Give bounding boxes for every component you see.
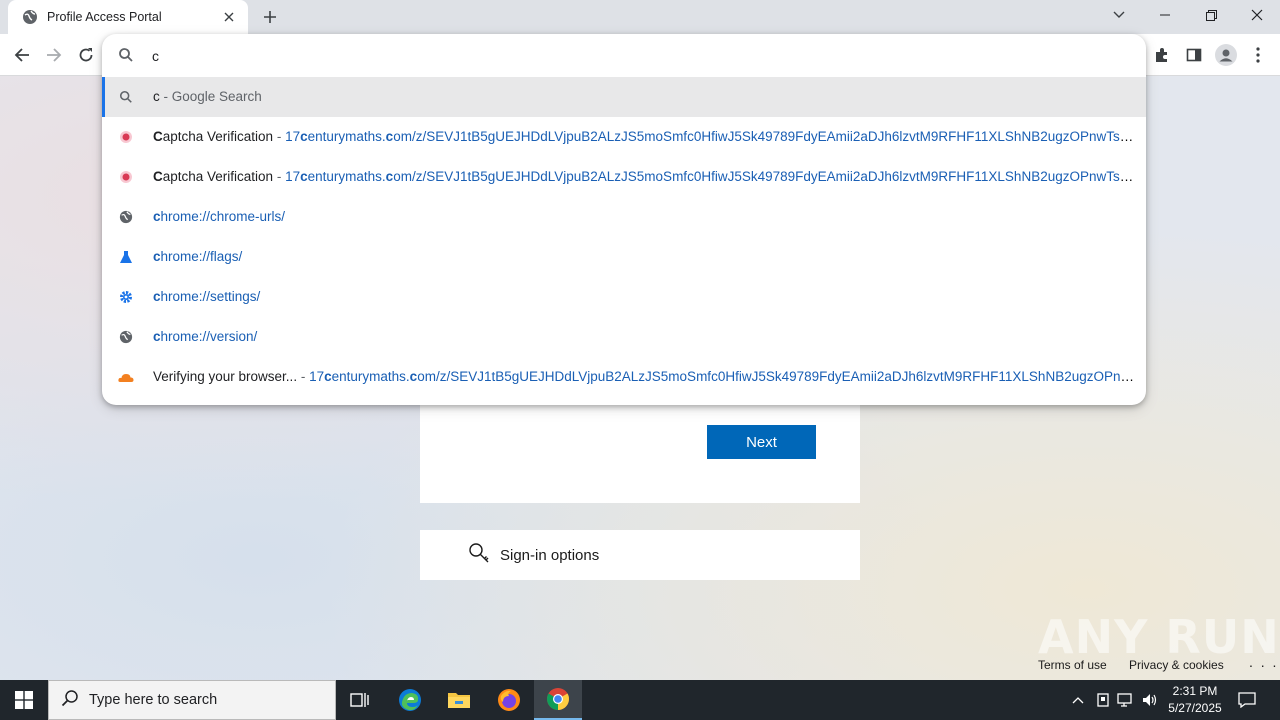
suggestion-google-search[interactable]: c - Google Search	[102, 77, 1146, 117]
back-arrow-icon[interactable]	[10, 43, 34, 67]
more-options-link[interactable]: . . .	[1249, 654, 1278, 670]
device-icon[interactable]	[1093, 690, 1113, 710]
key-search-icon	[468, 542, 490, 569]
tab-title: Profile Access Portal	[47, 10, 162, 24]
captcha-favicon	[118, 129, 134, 145]
privacy-link[interactable]: Privacy & cookies	[1129, 658, 1224, 672]
address-bar-input[interactable]	[152, 45, 1052, 67]
tab-profile-access-portal[interactable]: Profile Access Portal	[8, 0, 248, 34]
globe-icon	[118, 209, 134, 225]
new-tab-button[interactable]	[258, 6, 282, 28]
suggestion-captcha-verification[interactable]: Captcha Verification - 17centurymaths.co…	[102, 117, 1146, 157]
windows-taskbar: Type here to search 2:31 PM 5/27/2025	[0, 680, 1280, 720]
globe-icon	[118, 329, 134, 345]
anyrun-watermark: ANY RUN	[1038, 610, 1280, 664]
omnibox-dropdown: c - Google Search Captcha Verification -…	[102, 34, 1146, 405]
flask-icon	[118, 249, 134, 265]
next-button[interactable]: Next	[707, 425, 816, 459]
notification-icon[interactable]	[1237, 690, 1257, 710]
omnibox-input-row	[102, 34, 1146, 77]
taskbar-search-box[interactable]: Type here to search	[48, 680, 336, 720]
suggestion-text: Captcha Verification - 17centurymaths.co…	[153, 129, 1136, 144]
suggestion-captcha-verification[interactable]: Captcha Verification - 17centurymaths.co…	[102, 157, 1146, 197]
more-menu-icon[interactable]	[1246, 43, 1270, 67]
captcha-favicon	[118, 169, 134, 185]
suggestion-text: chrome://chrome-urls/	[153, 209, 286, 224]
system-clock[interactable]: 2:31 PM 5/27/2025	[1160, 683, 1230, 717]
suggestion-chrome-urls[interactable]: chrome://chrome-urls/	[102, 197, 1146, 237]
search-icon	[118, 47, 134, 63]
firefox-icon[interactable]	[485, 680, 533, 720]
suggestion-text: chrome://flags/	[153, 249, 243, 264]
suggestion-chrome-flags[interactable]: chrome://flags/	[102, 237, 1146, 277]
extensions-puzzle-icon[interactable]	[1150, 43, 1174, 67]
suggestion-text: chrome://version/	[153, 329, 258, 344]
globe-icon	[22, 9, 38, 25]
gear-icon	[118, 289, 134, 305]
tab-strip: Profile Access Portal	[0, 0, 1280, 34]
search-icon	[118, 89, 134, 105]
suggestion-text: Verifying your browser... - 17centurymat…	[153, 369, 1136, 384]
start-button[interactable]	[0, 680, 48, 720]
signin-options-label: Sign-in options	[500, 546, 600, 564]
tab-search-chevron-icon[interactable]	[1096, 0, 1142, 30]
task-view-icon[interactable]	[336, 680, 384, 720]
clock-date: 5/27/2025	[1168, 701, 1222, 715]
tab-close-icon[interactable]	[220, 8, 238, 26]
suggestion-verifying-browser[interactable]: Verifying your browser... - 17centurymat…	[102, 357, 1146, 397]
minimize-button[interactable]	[1142, 0, 1188, 30]
windows-logo-icon	[15, 691, 33, 709]
signin-options-button[interactable]: Sign-in options	[420, 530, 860, 580]
terms-link[interactable]: Terms of use	[1038, 658, 1107, 672]
suggestion-text: Captcha Verification - 17centurymaths.co…	[153, 169, 1136, 184]
reload-icon[interactable]	[74, 43, 98, 67]
search-icon	[61, 689, 79, 712]
clock-time: 2:31 PM	[1172, 684, 1218, 698]
edge-icon[interactable]	[386, 680, 434, 720]
suggestion-chrome-version[interactable]: chrome://version/	[102, 317, 1146, 357]
suggestion-chrome-settings[interactable]: chrome://settings/	[102, 277, 1146, 317]
profile-avatar-icon[interactable]	[1214, 43, 1238, 67]
search-placeholder: Type here to search	[89, 692, 218, 708]
suggestion-text: c - Google Search	[153, 89, 262, 104]
close-window-button[interactable]	[1234, 0, 1280, 30]
cloud-icon	[118, 369, 134, 385]
suggestion-text: chrome://settings/	[153, 289, 261, 304]
restore-button[interactable]	[1188, 0, 1234, 30]
file-explorer-icon[interactable]	[435, 680, 483, 720]
chrome-icon[interactable]	[534, 680, 582, 720]
forward-arrow-icon[interactable]	[42, 43, 66, 67]
side-panel-icon[interactable]	[1182, 43, 1206, 67]
chevron-up-icon[interactable]	[1068, 690, 1088, 710]
volume-icon[interactable]	[1140, 690, 1160, 710]
network-icon[interactable]	[1116, 690, 1136, 710]
